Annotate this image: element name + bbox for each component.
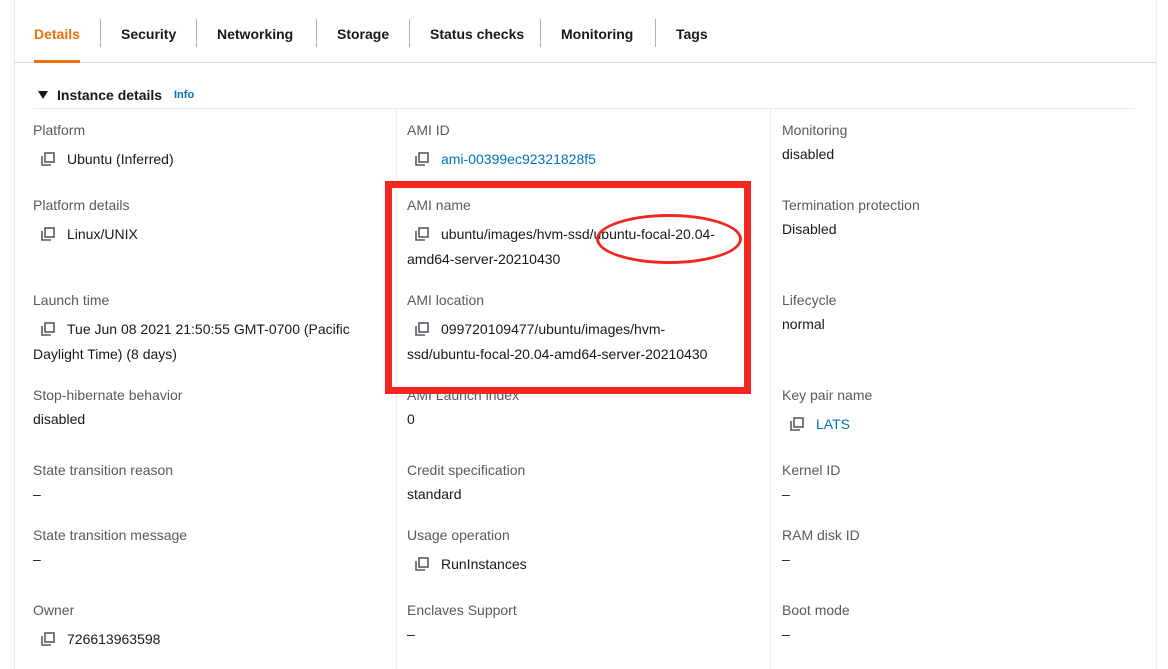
launch-time-text: Tue Jun 08 2021 21:50:55 GMT-0700 (Pacif… bbox=[67, 321, 350, 337]
launch-time-value-line2: Daylight Time) (8 days) bbox=[33, 346, 177, 362]
tab-label: Monitoring bbox=[561, 26, 634, 42]
ami-location-text: 099720109477/ubuntu/images/hvm- bbox=[441, 321, 666, 337]
platform-details-label: Platform details bbox=[33, 197, 130, 213]
tab-tags[interactable]: Tags bbox=[676, 0, 708, 62]
copy-icon[interactable] bbox=[41, 152, 55, 166]
lifecycle-label: Lifecycle bbox=[782, 292, 837, 308]
copy-icon[interactable] bbox=[41, 322, 55, 336]
credit-specification-value: standard bbox=[407, 486, 462, 502]
boot-mode-value: – bbox=[782, 626, 790, 642]
ami-location-value-line1: 099720109477/ubuntu/images/hvm- bbox=[415, 317, 665, 342]
tab-details[interactable]: Details bbox=[34, 0, 80, 63]
termination-protection-value: Disabled bbox=[782, 221, 837, 237]
ami-launch-index-value: 0 bbox=[407, 411, 415, 427]
platform-text: Ubuntu (Inferred) bbox=[67, 151, 174, 167]
copy-icon[interactable] bbox=[415, 227, 429, 241]
panel-border-right bbox=[1156, 0, 1157, 669]
kernel-id-label: Kernel ID bbox=[782, 462, 841, 478]
tab-label: Details bbox=[34, 26, 80, 42]
tab-separator bbox=[100, 19, 101, 47]
termination-protection-label: Termination protection bbox=[782, 197, 920, 213]
tab-monitoring[interactable]: Monitoring bbox=[561, 0, 633, 62]
tab-separator bbox=[540, 19, 541, 47]
tab-label: Tags bbox=[676, 26, 708, 42]
lifecycle-value: normal bbox=[782, 316, 825, 332]
enclaves-support-label: Enclaves Support bbox=[407, 602, 517, 618]
usage-operation-value: RunInstances bbox=[415, 552, 527, 577]
key-pair-name-label: Key pair name bbox=[782, 387, 873, 403]
column-divider bbox=[770, 109, 771, 669]
boot-mode-label: Boot mode bbox=[782, 602, 850, 618]
ram-disk-id-label: RAM disk ID bbox=[782, 527, 860, 543]
stop-hibernate-value: disabled bbox=[33, 411, 86, 427]
section-title: Instance details bbox=[57, 87, 163, 103]
copy-icon[interactable] bbox=[415, 322, 429, 336]
platform-value: Ubuntu (Inferred) bbox=[41, 147, 174, 172]
tab-separator bbox=[196, 19, 197, 47]
ami-name-label: AMI name bbox=[407, 197, 471, 213]
copy-icon[interactable] bbox=[415, 557, 429, 571]
ami-name-value-line2: amd64-server-20210430 bbox=[407, 251, 561, 267]
usage-operation-text: RunInstances bbox=[441, 556, 527, 572]
tab-status-checks[interactable]: Status checks bbox=[430, 0, 524, 62]
panel-border-left bbox=[14, 0, 15, 669]
owner-label: Owner bbox=[33, 602, 75, 618]
launch-time-value-line1: Tue Jun 08 2021 21:50:55 GMT-0700 (Pacif… bbox=[41, 317, 350, 342]
tab-separator bbox=[409, 19, 410, 47]
copy-icon[interactable] bbox=[41, 227, 55, 241]
tab-storage[interactable]: Storage bbox=[337, 0, 389, 62]
caret-down-icon bbox=[38, 91, 48, 99]
ami-launch-index-label: AMI Launch index bbox=[407, 387, 520, 403]
kernel-id-value: – bbox=[782, 486, 790, 502]
ram-disk-id-value: – bbox=[782, 551, 790, 567]
launch-time-label: Launch time bbox=[33, 292, 110, 308]
ami-id-value: ami-00399ec92321828f5 bbox=[415, 147, 596, 172]
state-transition-message-value: – bbox=[33, 551, 41, 567]
state-transition-reason-value: – bbox=[33, 486, 41, 502]
copy-icon[interactable] bbox=[41, 632, 55, 646]
tab-label: Networking bbox=[217, 26, 294, 42]
copy-icon[interactable] bbox=[415, 152, 429, 166]
tab-label: Security bbox=[121, 26, 177, 42]
stop-hibernate-label: Stop-hibernate behavior bbox=[33, 387, 183, 403]
ami-location-value-line2: ssd/ubuntu-focal-20.04-amd64-server-2021… bbox=[407, 346, 708, 362]
instance-details-toggle[interactable]: Instance details bbox=[38, 87, 162, 105]
active-tab-indicator bbox=[34, 60, 80, 63]
ami-id-link[interactable]: ami-00399ec92321828f5 bbox=[441, 151, 596, 167]
platform-details-text: Linux/UNIX bbox=[67, 226, 138, 242]
column-divider bbox=[396, 109, 397, 669]
section-divider bbox=[33, 108, 1135, 109]
copy-icon[interactable] bbox=[790, 417, 804, 431]
ami-name-value-line1: ubuntu/images/hvm-ssd/ubuntu-focal-20.04… bbox=[415, 222, 715, 247]
tab-label: Status checks bbox=[430, 26, 525, 42]
ami-name-text: ubuntu/images/hvm-ssd/ubuntu-focal-20.04… bbox=[441, 226, 715, 242]
owner-value: 726613963598 bbox=[41, 627, 160, 652]
platform-label: Platform bbox=[33, 122, 86, 138]
key-pair-name-value: LATS bbox=[790, 412, 850, 437]
ami-id-label: AMI ID bbox=[407, 122, 450, 138]
monitoring-label: Monitoring bbox=[782, 122, 848, 138]
owner-text: 726613963598 bbox=[67, 631, 161, 647]
credit-specification-label: Credit specification bbox=[407, 462, 526, 478]
tab-label: Storage bbox=[337, 26, 390, 42]
enclaves-support-value: – bbox=[407, 626, 415, 642]
platform-details-value: Linux/UNIX bbox=[41, 222, 138, 247]
ami-location-label: AMI location bbox=[407, 292, 485, 308]
usage-operation-label: Usage operation bbox=[407, 527, 510, 543]
tab-bar: Details Security Networking Storage Stat… bbox=[14, 0, 1156, 63]
tab-separator bbox=[316, 19, 317, 47]
tab-security[interactable]: Security bbox=[121, 0, 176, 62]
tab-separator bbox=[655, 19, 656, 47]
info-link[interactable]: Info bbox=[174, 89, 194, 101]
state-transition-reason-label: State transition reason bbox=[33, 462, 174, 478]
tab-networking[interactable]: Networking bbox=[217, 0, 293, 62]
state-transition-message-label: State transition message bbox=[33, 527, 188, 543]
key-pair-link[interactable]: LATS bbox=[816, 416, 850, 432]
monitoring-value: disabled bbox=[782, 146, 835, 162]
